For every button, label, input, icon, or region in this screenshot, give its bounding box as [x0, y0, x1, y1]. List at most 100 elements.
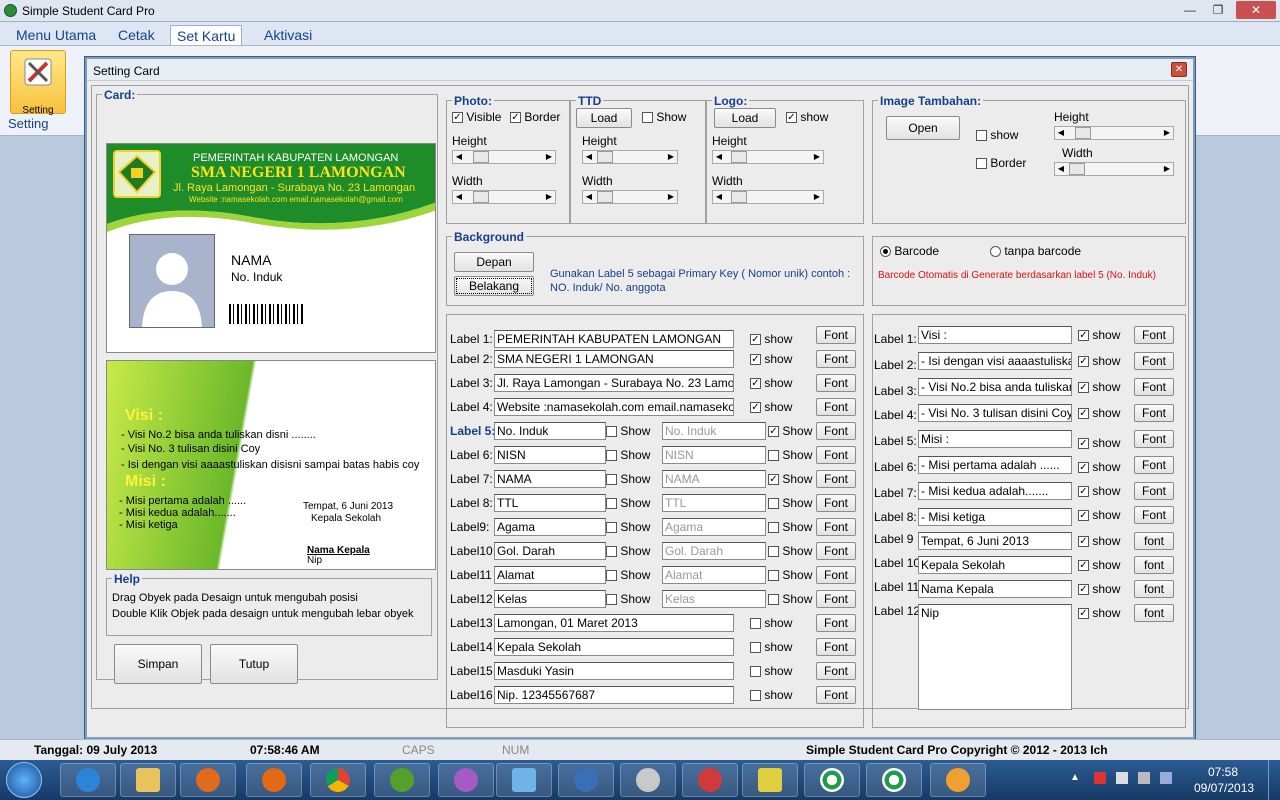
back-label-show-checkbox[interactable]: ✓ show	[1078, 380, 1120, 394]
front-pair-input[interactable]: Agama	[494, 518, 606, 536]
set-kartu-tab[interactable]: Set Kartu	[170, 25, 243, 45]
front-pair-font-button[interactable]: Font	[816, 422, 856, 440]
taskbar-app3-button[interactable]	[620, 763, 676, 797]
front-label-font-button[interactable]: Font	[816, 326, 856, 344]
front-pair-input[interactable]: Alamat	[494, 566, 606, 584]
tray-flag-icon[interactable]	[1094, 772, 1106, 784]
back-label-show-checkbox[interactable]: ✓ show	[1078, 558, 1120, 572]
taskbar-ie-button[interactable]	[60, 763, 116, 797]
back-label-font-button[interactable]: font	[1134, 604, 1174, 622]
front-extra-font-button[interactable]: Font	[816, 614, 856, 632]
back-label-font-button[interactable]: Font	[1134, 456, 1174, 474]
front-pair-show2-checkbox[interactable]: Show	[768, 544, 812, 558]
front-label-font-button[interactable]: Font	[816, 374, 856, 392]
front-extra-font-button[interactable]: Font	[816, 662, 856, 680]
close-window-button[interactable]: ✕	[1236, 1, 1276, 19]
ttd-width-scrollbar[interactable]: ◀ ▶	[582, 190, 678, 204]
taskbar-utorrent-button[interactable]	[374, 763, 430, 797]
ttd-load-button[interactable]: Load	[576, 108, 632, 128]
logo-width-scrollbar[interactable]: ◀ ▶	[712, 190, 824, 204]
back-label-show-checkbox[interactable]: ✓ show	[1078, 354, 1120, 368]
card-nip[interactable]: Nip	[307, 555, 322, 566]
front-pair-show1-checkbox[interactable]: Show	[606, 424, 650, 438]
card-misi-title[interactable]: Misi :	[125, 473, 166, 491]
card-visi-item[interactable]: - Visi No. 3 tulisan disini Coy	[121, 443, 260, 455]
front-pair-input[interactable]: NAMA	[494, 470, 606, 488]
back-label-input[interactable]: Nama Kepala	[918, 580, 1072, 598]
card-header-line2[interactable]: SMA NEGERI 1 LAMONGAN	[191, 164, 406, 182]
front-extra-show-checkbox[interactable]: show	[750, 616, 792, 630]
back-label-show-checkbox[interactable]: ✓ show	[1078, 460, 1120, 474]
taskbar-paint-button[interactable]	[930, 763, 986, 797]
back-label-font-button[interactable]: Font	[1134, 378, 1174, 396]
taskbar-media-button[interactable]	[180, 763, 236, 797]
back-label-show-checkbox[interactable]: ✓ show	[1078, 406, 1120, 420]
back-label-show-checkbox[interactable]: ✓ show	[1078, 484, 1120, 498]
show-desktop-button[interactable]	[1268, 760, 1280, 800]
front-pair-input2[interactable]: Gol. Darah	[662, 542, 766, 560]
back-label-textarea[interactable]: Nip	[918, 604, 1072, 710]
image-width-scrollbar[interactable]: ◀ ▶	[1054, 162, 1174, 176]
dialog-close-button[interactable]: ✕	[1171, 62, 1187, 77]
front-pair-input2[interactable]: Alamat	[662, 566, 766, 584]
taskbar-notepad-button[interactable]	[496, 763, 552, 797]
front-pair-show1-checkbox[interactable]: Show	[606, 472, 650, 486]
back-label-show-checkbox[interactable]: ✓ show	[1078, 508, 1120, 522]
front-label-input[interactable]: Jl. Raya Lamongan - Surabaya No. 23 Lamo…	[494, 374, 734, 392]
close-button[interactable]: Tutup	[210, 644, 298, 684]
card-back-preview[interactable]: Visi : - Visi No.2 bisa anda tuliskan di…	[106, 360, 436, 570]
front-pair-input[interactable]: NISN	[494, 446, 606, 464]
front-extra-font-button[interactable]: Font	[816, 638, 856, 656]
front-label-input[interactable]: SMA NEGERI 1 LAMONGAN	[494, 350, 734, 368]
image-height-scrollbar[interactable]: ◀ ▶	[1054, 126, 1174, 140]
ttd-height-scrollbar[interactable]: ◀ ▶	[582, 150, 678, 164]
front-label-font-button[interactable]: Font	[816, 350, 856, 368]
front-extra-font-button[interactable]: Font	[816, 686, 856, 704]
back-label-input[interactable]: - Misi ketiga	[918, 508, 1072, 526]
image-show-checkbox[interactable]: show	[976, 128, 1018, 142]
back-label-show-checkbox[interactable]: ✓ show	[1078, 582, 1120, 596]
card-induk[interactable]: No. Induk	[231, 270, 282, 284]
front-label-show-checkbox[interactable]: ✓ show	[750, 332, 792, 346]
back-label-input[interactable]: - Visi No.2 bisa anda tuliskan	[918, 378, 1072, 396]
front-label-show-checkbox[interactable]: ✓ show	[750, 376, 792, 390]
taskbar-app7-button[interactable]	[866, 763, 922, 797]
front-pair-input2[interactable]: Agama	[662, 518, 766, 536]
back-label-font-button[interactable]: font	[1134, 580, 1174, 598]
front-label-input[interactable]: PEMERINTAH KABUPATEN LAMONGAN	[494, 330, 734, 348]
back-label-font-button[interactable]: Font	[1134, 430, 1174, 448]
back-label-font-button[interactable]: font	[1134, 532, 1174, 550]
ttd-show-checkbox[interactable]: Show	[642, 110, 686, 124]
save-button[interactable]: Simpan	[114, 644, 202, 684]
minimize-button[interactable]: —	[1176, 1, 1204, 19]
photo-placeholder[interactable]	[129, 234, 215, 328]
back-label-font-button[interactable]: Font	[1134, 404, 1174, 422]
aktivasi-tab[interactable]: Aktivasi	[258, 25, 318, 45]
front-pair-input[interactable]: Kelas	[494, 590, 606, 608]
taskbar-app4-button[interactable]	[682, 763, 738, 797]
front-pair-show1-checkbox[interactable]: Show	[606, 448, 650, 462]
tray-network-icon[interactable]	[1116, 772, 1128, 784]
front-pair-font-button[interactable]: Font	[816, 590, 856, 608]
front-pair-input[interactable]: No. Induk	[494, 422, 606, 440]
front-pair-show2-checkbox[interactable]: Show	[768, 496, 812, 510]
card-visi-item[interactable]: - Visi No.2 bisa anda tuliskan disni ...…	[121, 429, 316, 441]
back-label-show-checkbox[interactable]: ✓ show	[1078, 606, 1120, 620]
front-pair-show2-checkbox[interactable]: Show	[768, 592, 812, 606]
front-pair-show2-checkbox[interactable]: Show	[768, 448, 812, 462]
front-extra-show-checkbox[interactable]: show	[750, 688, 792, 702]
front-label-show-checkbox[interactable]: ✓ show	[750, 352, 792, 366]
image-open-button[interactable]: Open	[886, 116, 960, 140]
barcode-radio[interactable]: Barcode	[880, 244, 939, 258]
start-button[interactable]	[6, 762, 42, 798]
taskbar-app6-button[interactable]	[804, 763, 860, 797]
back-label-input[interactable]: Visi :	[918, 326, 1072, 344]
taskbar-explorer-button[interactable]	[120, 763, 176, 797]
front-pair-input2[interactable]: TTL	[662, 494, 766, 512]
card-visi-title[interactable]: Visi :	[125, 407, 163, 425]
logo-height-scrollbar[interactable]: ◀ ▶	[712, 150, 824, 164]
back-label-font-button[interactable]: Font	[1134, 482, 1174, 500]
back-label-input[interactable]: - Visi No. 3 tulisan disini Coy	[918, 404, 1072, 422]
front-pair-show2-checkbox[interactable]: ✓ Show	[768, 472, 812, 486]
card-header-line1[interactable]: PEMERINTAH KABUPATEN LAMONGAN	[193, 152, 398, 164]
